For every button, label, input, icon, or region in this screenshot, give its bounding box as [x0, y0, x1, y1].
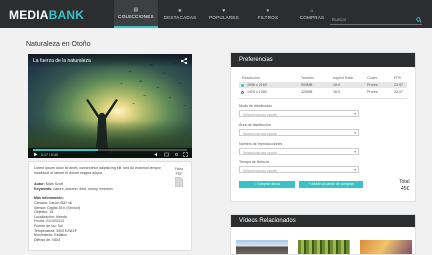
specs-list: Cámara: Canon 60D v6 Sensor: Digital 35 … [34, 201, 80, 242]
pdf-icon [175, 177, 183, 187]
chevron-down-icon: ▾ [354, 150, 356, 154]
chevron-down-icon: ▾ [354, 131, 356, 135]
plays-number-select[interactable]: Selecciona una opción ▾ [239, 148, 359, 155]
logo-part-bank: BANK [48, 8, 85, 22]
total-label: Total [399, 179, 410, 185]
size-cell: 900MB [301, 83, 313, 87]
select-placeholder: Selecciona una opción [243, 150, 278, 155]
person-silhouette [86, 99, 118, 154]
video-info-panel: Lorem ipsum dolor sit amet, consectetur … [28, 161, 192, 251]
nav-item-destacadas[interactable]: ★ DESTACADAS [158, 0, 202, 28]
nav-label: DESTACADAS [163, 15, 197, 20]
nav-item-compras[interactable]: ⌂ COMPRAS [290, 0, 334, 28]
logo[interactable]: MEDIABANK [9, 8, 84, 22]
cart-icon: ⌂ [310, 8, 314, 14]
video-progress-bar[interactable] [33, 149, 187, 151]
total-value: 45€ [401, 186, 410, 192]
video-description: Lorem ipsum dolor sit amet, consectetur … [34, 166, 161, 175]
ratio-cell: 16:9 [333, 83, 340, 87]
size-cell: 420MB [301, 90, 313, 94]
column-header: Tamaño [301, 76, 314, 80]
fps-cell: 23.97 [394, 83, 403, 87]
chevron-down-icon: ▾ [354, 168, 356, 172]
license-time-label: Tiempo de licencia [239, 160, 269, 164]
resolution-cell: 1920 x 1080 [247, 90, 267, 94]
column-header: Aspect Ratio [333, 76, 354, 80]
plays-number-label: Número de reproducciones [239, 142, 283, 146]
page-title: Naturaleza en Otoño [26, 41, 91, 48]
column-header: FPS [394, 76, 401, 80]
video-meta: Autor: Mark Scott Keywords: nature, autu… [34, 182, 166, 192]
distribution-area-label: Área de distribución [239, 123, 271, 127]
preferences-panel: Preferencias Resolución Tamaño Aspect Ra… [230, 52, 416, 202]
settings-icon[interactable] [174, 152, 179, 157]
distribution-area-select[interactable]: Selecciona una opción ▾ [239, 129, 359, 136]
play-icon[interactable] [33, 152, 38, 157]
search-input[interactable] [332, 17, 412, 22]
nav-item-populares[interactable]: ♥ POPULARES [202, 0, 246, 28]
hd-icon[interactable] [164, 152, 169, 157]
related-video-thumbnail[interactable] [360, 240, 412, 254]
related-video-thumbnail[interactable] [236, 240, 288, 254]
author-value: Mark Scott [45, 182, 63, 186]
filter-icon: ▾ [266, 8, 270, 14]
author-label: Autor: [34, 182, 45, 186]
pdf-label: Ficha PDF [174, 167, 184, 176]
nav-label: COMPRAS [299, 15, 325, 20]
resolution-cell: 4096 x 2160 [247, 83, 267, 87]
license-time-select[interactable]: Selecciona una opción ▾ [239, 166, 359, 173]
nav-item-filtros[interactable]: ▾ FILTROS [246, 0, 290, 28]
video-time: 0:17 / 0:40 [41, 152, 58, 157]
video-title: La fuerza de la naturaleza [33, 58, 91, 64]
search-icon[interactable] [416, 17, 422, 23]
select-placeholder: Selecciona una opción [243, 131, 278, 136]
fullscreen-icon[interactable] [183, 152, 188, 157]
nav-label: COLECCIONES [118, 14, 154, 19]
chevron-down-icon: ▾ [354, 112, 356, 116]
heart-icon: ♥ [222, 8, 226, 14]
nav-label: FILTROS [257, 15, 279, 20]
radio-selected[interactable] [241, 83, 244, 87]
pdf-download[interactable]: Ficha PDF [172, 167, 186, 187]
keywords-label: Keywords: [34, 187, 53, 191]
search-box [330, 17, 422, 25]
keywords-value: nature, autumn, field, sunny, freedom [53, 187, 113, 191]
specs-title: Más información: [34, 196, 64, 200]
collections-icon: ▤ [133, 7, 139, 13]
distribution-mode-select[interactable]: Selecciona una opción ▾ [239, 110, 359, 117]
logo-part-media: MEDIA [9, 8, 49, 22]
video-player[interactable]: La fuerza de la naturaleza 0:17 / 0:40 [28, 54, 192, 158]
spec-item: Diffuso de: ND/4 [34, 237, 61, 242]
resolution-option-row[interactable]: 4096 x 2160 900MB 16:9 Prores 23.97 [239, 82, 407, 88]
column-header: Codec [367, 76, 378, 80]
radio-unselected[interactable] [241, 90, 244, 94]
preferences-title: Preferencias [231, 53, 415, 67]
codec-cell: Prores [367, 90, 378, 94]
star-icon: ★ [177, 8, 183, 14]
related-videos-title: Vídeos Relacionados [231, 215, 415, 227]
codec-cell: Prores [367, 83, 378, 87]
main-nav: ▤ COLECCIONES ★ DESTACADAS ♥ POPULARES ▾… [114, 0, 334, 28]
video-progress-fill [33, 149, 98, 151]
nav-item-colecciones[interactable]: ▤ COLECCIONES [114, 0, 158, 28]
nav-label: POPULARES [209, 15, 239, 20]
add-to-cart-button[interactable]: + Añadir al carrito de compras [299, 181, 363, 188]
top-bar: MEDIABANK ▤ COLECCIONES ★ DESTACADAS ♥ P… [0, 0, 432, 28]
ratio-cell: 16:9 [333, 90, 340, 94]
volume-icon[interactable] [154, 152, 159, 157]
select-placeholder: Selecciona una opción [243, 168, 278, 173]
divider [239, 98, 407, 99]
related-videos-panel: Vídeos Relacionados [230, 214, 416, 255]
fps-cell: 23.97 [394, 90, 403, 94]
column-header: Resolución [242, 76, 260, 80]
share-icon[interactable] [180, 57, 188, 65]
distribution-mode-label: Modo de distribución [239, 104, 273, 108]
related-video-thumbnail[interactable] [298, 240, 350, 254]
video-controls: 0:17 / 0:40 [28, 148, 192, 158]
buy-now-button[interactable]: ⌂ Comprar ahora [239, 181, 295, 188]
add-to-cart-label: Añadir al carrito de compras [311, 182, 354, 186]
resolution-option-row[interactable]: 1920 x 1080 420MB 16:9 Prores 23.97 [239, 89, 407, 95]
select-placeholder: Selecciona una opción [243, 112, 278, 117]
buy-now-label: Comprar ahora [257, 182, 280, 186]
